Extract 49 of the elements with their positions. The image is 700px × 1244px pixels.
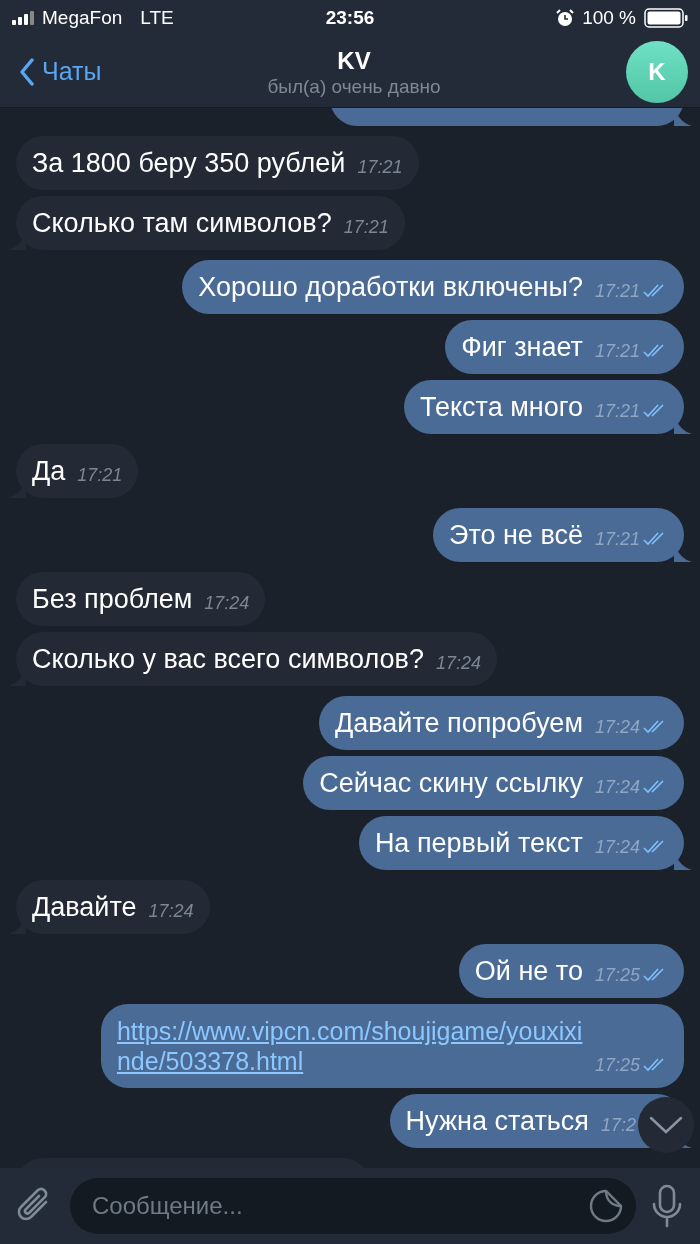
message-time: 17:24 bbox=[435, 652, 481, 674]
message-time: 17:21 bbox=[594, 528, 640, 550]
message-text: На первый текст bbox=[374, 828, 583, 858]
chevron-down-icon bbox=[649, 1116, 683, 1134]
message-time: 17:2 bbox=[600, 1114, 636, 1136]
message-time: 17:24 bbox=[594, 716, 640, 738]
message-time: 17:24 bbox=[594, 776, 640, 798]
message-time: 17:25 bbox=[594, 964, 640, 986]
message-time: 17:21 bbox=[594, 400, 640, 422]
message-text: Сейчас скину ссылку bbox=[319, 768, 583, 798]
sticker-icon[interactable] bbox=[588, 1188, 624, 1224]
message-time: 17:24 bbox=[148, 900, 194, 922]
message-text: Текста много bbox=[420, 392, 583, 422]
message-text: Сколько там символов? bbox=[32, 208, 332, 238]
back-chevron-icon bbox=[20, 57, 34, 86]
battery-percent: 100 % bbox=[582, 7, 636, 29]
scroll-down-button[interactable] bbox=[638, 1097, 694, 1153]
message-time: 17:21 bbox=[357, 156, 403, 178]
message-link[interactable]: https://www.vipcn.com/shoujigame/youxixinde/503378.html bbox=[116, 1016, 583, 1076]
message-time: 17:21 bbox=[77, 464, 123, 486]
network-type: LTE bbox=[140, 7, 174, 29]
message-text: Давайте попробуем bbox=[335, 708, 583, 738]
message-text: Сколько у вас всего символов? bbox=[32, 644, 424, 674]
message-time: 17:24 bbox=[204, 592, 250, 614]
carrier-name: MegaFon bbox=[42, 7, 123, 29]
battery-icon bbox=[644, 8, 688, 28]
message-text: За 1800 беру 350 рублей bbox=[32, 148, 346, 178]
message-time: 17:25 bbox=[594, 1054, 640, 1076]
alarm-icon bbox=[556, 9, 575, 27]
message-text: Ой не то bbox=[474, 956, 583, 986]
message-time: 17:24 bbox=[594, 836, 640, 858]
message-field[interactable]: Сообщение... bbox=[70, 1178, 636, 1234]
message-time: 17:21 bbox=[594, 280, 640, 302]
message-text: Да bbox=[32, 456, 66, 486]
message-text: Давайте bbox=[32, 892, 137, 922]
avatar[interactable]: K bbox=[626, 40, 688, 103]
message-text: Фиг знает bbox=[461, 332, 583, 362]
microphone-icon[interactable] bbox=[650, 1184, 684, 1228]
message-text: Без проблем bbox=[32, 584, 193, 614]
chat-title: KV bbox=[337, 45, 371, 76]
message-text: Нужна статься bbox=[405, 1106, 589, 1136]
message-text: Хорошо доработки включены? bbox=[198, 272, 583, 302]
last-seen-status: был(а) очень давно bbox=[267, 75, 441, 98]
message-text: Это не всё bbox=[448, 520, 583, 550]
message-time: 17:21 bbox=[343, 216, 389, 238]
back-button[interactable]: Чаты bbox=[20, 57, 268, 86]
message-time: 17:21 bbox=[594, 340, 640, 362]
signal-icon bbox=[12, 11, 36, 25]
clock-time: 23:56 bbox=[325, 7, 375, 29]
